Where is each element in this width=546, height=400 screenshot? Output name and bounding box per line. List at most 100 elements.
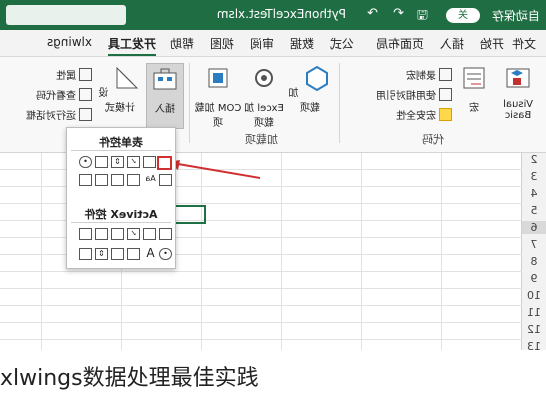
activex-option-control[interactable]: • — [159, 248, 172, 260]
row-number[interactable]: 6 — [522, 221, 546, 234]
tab-formulas[interactable]: 公式 — [330, 35, 354, 52]
red-arrow-annotation — [168, 160, 261, 179]
macro-security-button[interactable]: 宏安全性 — [396, 107, 452, 122]
search-box[interactable] — [6, 5, 126, 25]
run-dialog-icon — [79, 108, 92, 121]
insert-controls-menu: 表单控件 ✓ ⇕ • Aa ActiveX 控件 ✓ • A ⇕ — [66, 127, 176, 269]
row-number[interactable]: 10 — [522, 289, 546, 302]
tab-help[interactable]: 帮助 — [170, 35, 194, 52]
combo-box-control[interactable] — [143, 156, 156, 168]
view-code-button[interactable]: 查看代码 — [36, 87, 92, 102]
activex-combo-control[interactable] — [143, 228, 156, 240]
tab-data[interactable]: 数据 — [290, 35, 314, 52]
row-number[interactable]: 4 — [522, 187, 546, 200]
activex-image-control[interactable] — [127, 248, 140, 260]
activex-spin-control[interactable]: ⇕ — [95, 248, 108, 260]
relative-refs-label: 使用相对引用 — [376, 91, 436, 102]
view-code-icon — [79, 88, 92, 101]
insert-label: 插入 — [155, 104, 175, 115]
spin-button-control[interactable]: ⇕ — [111, 156, 124, 168]
row-header: 2 3 4 5 6 7 8 9 10 11 12 13 — [521, 153, 546, 350]
macros-icon — [463, 67, 485, 89]
activex-button-control[interactable] — [159, 228, 172, 240]
excel-addins-button[interactable]: Excel 加载项 — [240, 63, 288, 129]
more-controls-control[interactable] — [79, 248, 92, 260]
activex-scrollbar-control[interactable] — [79, 228, 92, 240]
row-number[interactable]: 2 — [522, 153, 546, 166]
caption-text: xlwings数据处理最佳实践 — [0, 366, 259, 391]
record-macro-button[interactable]: 录制宏 — [406, 67, 452, 82]
group-box-control[interactable] — [159, 174, 172, 186]
option-button-control[interactable]: • — [79, 156, 92, 168]
save-icon[interactable]: 🖫 — [417, 6, 428, 28]
screenshot-page: { "titlebar": { "autosave_label": "自动保存"… — [0, 0, 546, 400]
grid-line — [0, 339, 522, 340]
window-title: PythonExcelTest.xlsm — [216, 7, 346, 21]
relative-refs-button[interactable]: 使用相对引用 — [376, 87, 452, 102]
com-addins-button[interactable]: COM 加载项 — [194, 63, 242, 129]
grid-line — [0, 288, 522, 289]
insert-control-button[interactable]: 插入 — [146, 63, 184, 129]
tab-home[interactable]: 开始 — [480, 35, 504, 52]
tab-review[interactable]: 审阅 — [250, 35, 274, 52]
tab-developer[interactable]: 开发工具 — [107, 35, 156, 56]
row-number[interactable]: 9 — [522, 272, 546, 285]
macros-button[interactable]: 宏 — [456, 63, 492, 127]
label-control[interactable]: Aa — [145, 174, 156, 184]
tab-page-layout[interactable]: 页面布局 — [376, 35, 424, 52]
row-number[interactable]: 12 — [522, 323, 546, 336]
tab-file[interactable]: 文件 — [512, 35, 536, 52]
combo-list-control[interactable] — [95, 174, 108, 186]
text-field-control[interactable] — [111, 174, 124, 186]
undo-icon[interactable]: ↶ — [393, 6, 404, 21]
row-number[interactable]: 5 — [522, 204, 546, 217]
macro-security-label: 宏安全性 — [396, 111, 436, 122]
autosave-toggle[interactable]: 关 — [446, 8, 480, 23]
row-number[interactable]: 3 — [522, 170, 546, 183]
com-addins-label: COM 加载项 — [194, 103, 242, 129]
addins-button[interactable]: 加载项 — [286, 63, 334, 127]
grid-line — [441, 153, 442, 350]
run-dialog-button[interactable]: 运行对话框 — [26, 107, 92, 122]
grid-line — [361, 153, 362, 350]
scroll-bar-control[interactable] — [127, 174, 140, 186]
warning-icon — [439, 108, 452, 121]
view-code-label: 查看代码 — [36, 91, 76, 102]
grid-line — [0, 271, 522, 272]
tab-view[interactable]: 视图 — [210, 35, 234, 52]
properties-button[interactable]: 属性 — [56, 67, 92, 82]
relative-refs-icon — [439, 88, 452, 101]
list-box-control[interactable] — [95, 156, 108, 168]
excel-window: 自动保存 关 🖫 ↶ ↷ PythonExcelTest.xlsm 文件 开始 … — [0, 0, 546, 350]
autosave-label: 自动保存 — [491, 9, 540, 23]
activex-toggle-control[interactable] — [111, 248, 124, 260]
tab-insert[interactable]: 插入 — [440, 35, 464, 52]
row-number[interactable]: 13 — [522, 340, 546, 350]
row-number[interactable]: 7 — [522, 238, 546, 251]
checkbox-control[interactable]: ✓ — [127, 156, 140, 168]
grid-line — [41, 153, 42, 350]
tab-xlwings[interactable]: xlwings — [47, 35, 92, 49]
grid-line — [281, 153, 282, 350]
redo-icon[interactable]: ↷ — [367, 6, 378, 21]
row-number[interactable]: 8 — [522, 255, 546, 268]
visual-basic-button[interactable]: Visual Basic — [494, 63, 542, 127]
group-divider — [189, 63, 190, 143]
grid-line — [201, 153, 202, 350]
activex-checkbox-control[interactable]: ✓ — [127, 228, 140, 240]
activex-list-control[interactable] — [111, 228, 124, 240]
macros-label: 宏 — [469, 103, 479, 114]
code-group-label: 代码 — [422, 133, 444, 146]
activex-label-control[interactable]: A — [145, 246, 156, 260]
button-control[interactable] — [157, 156, 172, 170]
record-macro-label: 录制宏 — [406, 71, 436, 82]
design-mode-button[interactable]: 设计模式 — [96, 63, 144, 127]
grid-line — [0, 305, 522, 306]
row-number[interactable]: 11 — [522, 306, 546, 319]
activex-textbox-control[interactable] — [95, 228, 108, 240]
excel-addins-label: Excel 加载项 — [244, 103, 284, 129]
addins-group-label: 加载项 — [245, 133, 278, 146]
properties-label: 属性 — [56, 71, 76, 82]
combo-dropdown-control[interactable] — [79, 174, 92, 186]
ribbon-tabs: 文件 开始 插入 页面布局 公式 数据 审阅 视图 帮助 开发工具 xlwing… — [0, 30, 546, 57]
